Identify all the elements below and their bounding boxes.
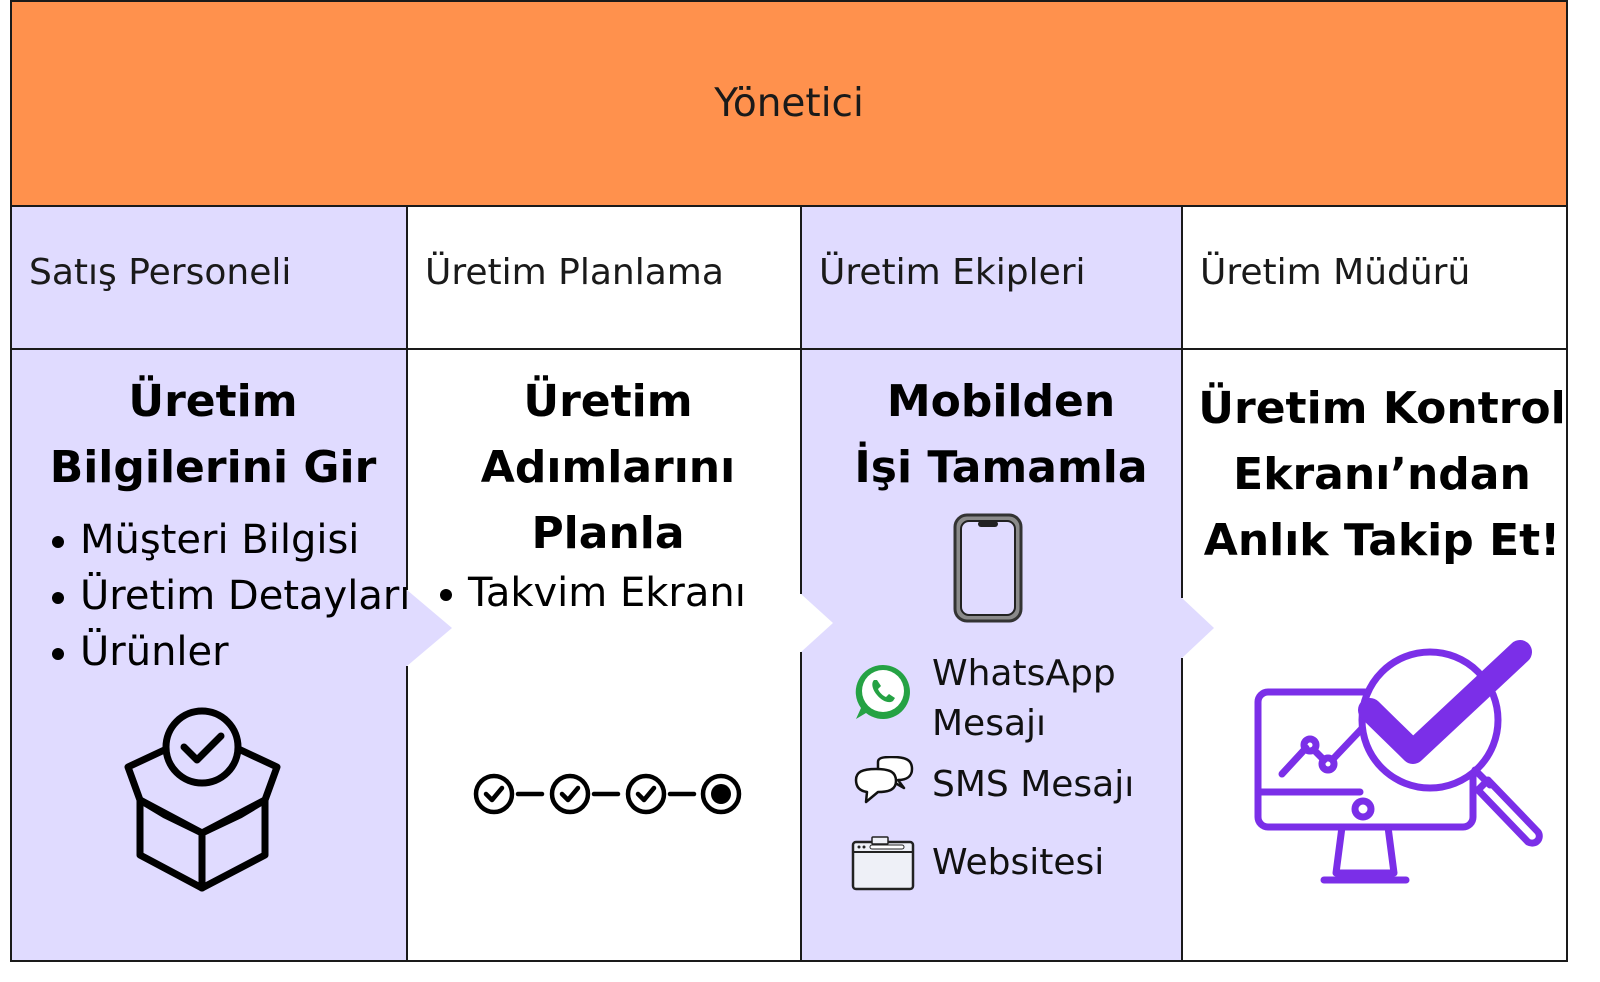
- border-header-bottom: [10, 205, 1568, 207]
- list-item: Ürünler: [44, 624, 410, 680]
- channel-label-website: Websitesi: [932, 838, 1104, 888]
- monitor-magnifier-check-icon: [1254, 640, 1543, 884]
- step-title-plan-steps: Üretim Adımlarını Planla: [407, 369, 809, 567]
- step-title-complete-mobile: Mobilden İşi Tamamla: [801, 369, 1201, 501]
- role-label-manager: Üretim Müdürü: [1200, 252, 1471, 293]
- whatsapp-icon: [855, 664, 910, 719]
- arrow-teams-to-manager: [1182, 598, 1214, 658]
- step-title-line: Planla: [531, 508, 685, 559]
- browser-window-icon: [851, 836, 915, 891]
- list-item: Takvim Ekranı: [432, 565, 746, 621]
- step-title-line: Üretim: [523, 376, 693, 427]
- border-role-bottom: [10, 348, 1568, 350]
- step-title-line: Adımlarını: [480, 442, 736, 493]
- divider-3-lower: [1181, 658, 1183, 962]
- sales-item-list: Müşteri Bilgisi Üretim Detayları Ürünler: [44, 512, 410, 680]
- mobile-phone-icon: [953, 513, 1023, 623]
- channel-label-line: Websitesi: [932, 842, 1105, 883]
- channel-label-line: Mesajı: [932, 703, 1047, 744]
- step-title-line: Anlık Takip Et!: [1203, 515, 1561, 566]
- step-title-enter-info: Üretim Bilgilerini Gir: [11, 369, 415, 501]
- step-title-line: Üretim Kontrol: [1198, 383, 1566, 434]
- channel-label-line: SMS Mesajı: [932, 764, 1135, 805]
- progress-steps-icon: [473, 773, 742, 815]
- sms-bubbles-icon: [854, 756, 914, 804]
- step-title-line: Mobilden: [886, 376, 1116, 427]
- divider-2-lower: [800, 652, 802, 962]
- channel-label-sms: SMS Mesajı: [932, 760, 1134, 810]
- list-item: Üretim Detayları: [44, 568, 410, 624]
- role-label-teams: Üretim Ekipleri: [819, 252, 1086, 293]
- box-check-icon: [124, 707, 281, 892]
- step-title-line: Ekranı’ndan: [1233, 449, 1531, 500]
- border-top: [10, 0, 1568, 2]
- list-item: Müşteri Bilgisi: [44, 512, 410, 568]
- step-title-line: İşi Tamamla: [854, 442, 1148, 493]
- step-title-live-tracking: Üretim Kontrol Ekranı’ndan Anlık Takip E…: [1182, 376, 1582, 574]
- planning-item-list: Takvim Ekranı: [432, 565, 746, 621]
- step-title-line: Üretim: [128, 376, 298, 427]
- role-label-planning: Üretim Planlama: [425, 252, 724, 293]
- role-label-sales: Satış Personeli: [29, 252, 292, 293]
- border-bottom: [10, 960, 1568, 962]
- channel-label-whatsapp: WhatsApp Mesajı: [932, 649, 1116, 749]
- arrow-planning-to-teams: [801, 594, 833, 652]
- step-title-line: Bilgilerini Gir: [49, 442, 377, 493]
- channel-label-line: WhatsApp: [932, 653, 1116, 694]
- divider-1-lower: [406, 666, 408, 962]
